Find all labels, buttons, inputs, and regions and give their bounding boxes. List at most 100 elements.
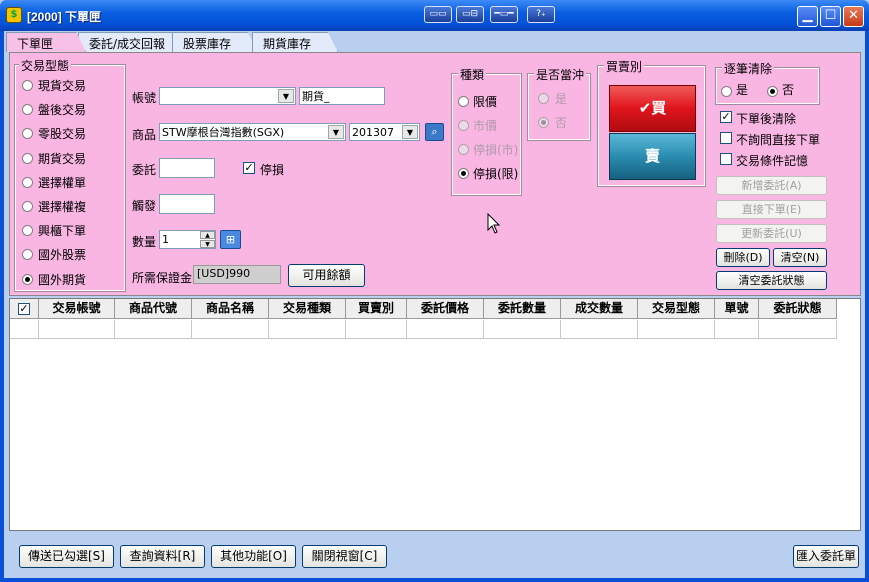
buy-button[interactable]: ✔買 [609,85,696,132]
table-cell [39,320,115,339]
close-window-button[interactable]: 關閉視窗[C] [302,545,387,568]
day-trade-yes-label: 是 [555,92,568,106]
clear-each-yes-label: 是 [736,83,749,97]
table-cell [346,320,407,339]
order-table[interactable]: ✓ 交易帳號 商品代號 商品名稱 交易種類 買賣別 委託價格 委託數量 成交數量 交易型態 單號委… [9,298,861,531]
column-header[interactable]: 交易帳號 [39,299,115,319]
table-cell [192,320,269,339]
column-header[interactable]: 交易種類 [269,299,346,319]
order-price-input[interactable] [159,158,215,178]
remember-conditions-label: 交易條件記憶 [736,154,809,168]
clear-each-no-label: 否 [782,83,795,97]
price-type-radio-0[interactable] [458,96,469,107]
tab-order-report[interactable]: 委託/成交回報匣 [78,32,186,52]
table-cell [10,320,39,339]
column-header[interactable]: 委託價格 [407,299,484,319]
window-dock-icon[interactable]: ▭⊟ [456,6,484,23]
stepper-down-icon[interactable]: ▼ [200,240,215,248]
search-icon[interactable]: ⌕ [425,123,444,141]
clear-each-yes-radio[interactable] [721,86,732,97]
no-confirm-checkbox[interactable] [720,132,732,144]
window-frame-right [865,31,869,582]
table-cell [638,320,715,339]
column-header[interactable]: 委託數量 [484,299,561,319]
clear-after-order-checkbox[interactable]: ✓ [720,111,732,123]
check-icon: ✔ [638,99,652,117]
trade-type-radio-5[interactable] [22,201,33,212]
window-strip-icon[interactable]: ━▭━ [490,6,518,23]
add-order-button[interactable]: 新增委託(A) [716,176,827,195]
column-header[interactable]: 交易型態 [638,299,715,319]
window-frame-bottom [0,578,869,582]
import-orders-button[interactable]: 匯入委託單 [793,545,859,568]
stop-loss-label: 停損 [260,163,285,177]
trigger-price-input[interactable] [159,194,215,214]
maximize-button[interactable]: ☐ [820,6,841,27]
chevron-down-icon[interactable]: ▼ [278,89,294,103]
trade-type-label-3: 期貨交易 [38,151,87,166]
select-all-header[interactable]: ✓ [10,299,39,319]
price-type-radio-1[interactable] [458,120,469,131]
help-plus-icon[interactable]: ?₊ [527,6,555,23]
clear-after-order-label: 下單後清除 [736,112,797,126]
column-header[interactable]: 商品代號 [115,299,192,319]
price-type-radio-2[interactable] [458,144,469,155]
minimize-button[interactable]: ▁ [797,6,818,27]
trade-type-radio-0[interactable] [22,80,33,91]
update-order-button[interactable]: 更新委託(U) [716,224,827,243]
clear-each-no-radio[interactable] [767,86,778,97]
account-label: 帳號 [132,91,157,105]
calculator-icon[interactable]: ⊞ [220,230,241,249]
account-type-field[interactable]: 期貨_ [299,87,385,105]
column-header[interactable]: 單號 [715,299,759,319]
table-cell [407,320,484,339]
column-header[interactable]: 買賣別 [346,299,407,319]
table-cell [484,320,561,339]
direct-order-button[interactable]: 直接下單(E) [716,200,827,219]
price-type-radio-3[interactable] [458,168,469,179]
stop-loss-checkbox[interactable]: ✓ [243,162,255,174]
trade-type-label-7: 國外股票 [38,248,87,263]
tab-futures-inventory[interactable]: 期貨庫存 [252,32,338,52]
chevron-down-icon[interactable]: ▼ [402,125,418,139]
available-balance-button[interactable]: 可用餘額 [288,264,365,287]
day-trade-no-label: 否 [555,116,568,130]
buy-label: 買 [651,99,667,117]
app-icon: $ [6,7,22,23]
month-select[interactable]: 201307 ▼ [349,123,420,141]
account-select[interactable]: ▼ [159,87,296,105]
window-frame-left [0,31,4,582]
clear-button[interactable]: 清空(N) [773,248,827,267]
column-header[interactable]: 委託狀態 [759,299,837,319]
delete-button[interactable]: 刪除(D) [716,248,770,267]
select-all-checkbox[interactable]: ✓ [18,303,30,315]
month-value: 201307 [352,126,394,139]
no-confirm-label: 不詢問直接下單 [736,133,821,147]
remember-conditions-checkbox[interactable] [720,153,732,165]
sell-button[interactable]: 賣 [609,133,696,180]
table-cell [561,320,638,339]
send-checked-button[interactable]: 傳送已勾選[S] [19,545,114,568]
trade-type-radio-3[interactable] [22,152,33,164]
trade-type-radio-4[interactable] [22,176,33,188]
tab-order-box[interactable]: 下單匣 [6,32,86,52]
trigger-label: 觸發 [132,199,157,213]
close-button[interactable]: ✕ [843,6,864,27]
column-header[interactable]: 成交數量 [561,299,638,319]
window-tile-icon[interactable]: ▭▭ [424,6,452,23]
stepper-up-icon[interactable]: ▲ [200,231,215,239]
column-header[interactable]: 商品名稱 [192,299,269,319]
chevron-down-icon[interactable]: ▼ [328,125,344,139]
trade-type-label-8: 國外期貨 [38,272,87,287]
day-trade-yes-radio[interactable] [538,93,549,104]
other-functions-button[interactable]: 其他功能[O] [211,545,296,568]
price-type-label-1: 市價 [473,119,498,133]
product-select[interactable]: STW摩根台灣指數(SGX) ▼ [159,123,346,141]
trade-type-radio-8[interactable] [22,273,33,285]
trade-type-label-0: 現貨交易 [38,79,87,93]
query-data-button[interactable]: 查詢資料[R] [120,545,205,568]
tab-stock-inventory[interactable]: 股票庫存 [172,32,258,52]
margin-value: [USD]990 [193,265,281,284]
day-trade-no-radio[interactable] [538,117,549,128]
clear-order-status-button[interactable]: 清空委託狀態 [716,271,827,290]
